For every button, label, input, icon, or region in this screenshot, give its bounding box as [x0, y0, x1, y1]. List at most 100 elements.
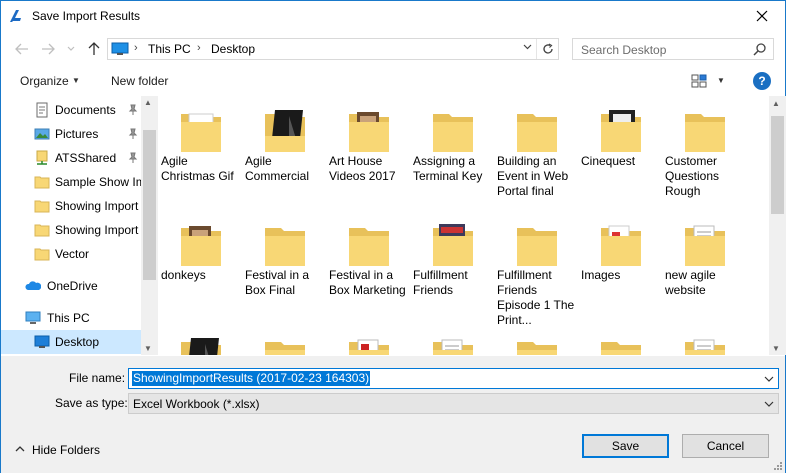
folder-thumbnail-icon	[679, 108, 731, 156]
command-bar: Organize ▼ New folder ▼ ?	[1, 67, 785, 95]
save-type-select[interactable]: Excel Workbook (*.xlsx)	[128, 393, 779, 414]
folder-icon	[34, 224, 50, 237]
nav-item-label: Showing Import	[55, 199, 139, 213]
recent-locations-button[interactable]	[65, 40, 77, 58]
folder-item-partial[interactable]	[663, 324, 747, 355]
folder-item[interactable]: Festival in a Box Marketing	[327, 210, 411, 324]
refresh-button[interactable]	[536, 39, 558, 59]
hide-folders-toggle[interactable]: Hide Folders	[13, 440, 113, 460]
folder-name: Agile Commercial	[245, 154, 310, 183]
documents-icon	[36, 102, 48, 118]
address-bar[interactable]: › This PC › Desktop	[107, 38, 559, 60]
scroll-up-icon[interactable]: ▲	[772, 99, 780, 108]
folder-item-partial[interactable]	[579, 324, 663, 355]
new-folder-button[interactable]: New folder	[111, 74, 168, 88]
up-button[interactable]	[85, 40, 103, 58]
folder-item[interactable]: Customer Questions Rough	[663, 96, 747, 210]
scrollbar-thumb[interactable]	[771, 116, 784, 214]
folder-thumbnail-icon	[511, 222, 563, 270]
save-button[interactable]: Save	[582, 434, 669, 458]
file-list-scrollbar[interactable]: ▲ ▼	[769, 96, 786, 355]
chevron-down-icon[interactable]	[764, 397, 774, 411]
folder-item[interactable]: Festival in a Box Final	[243, 210, 327, 324]
folder-thumbnail-icon	[595, 108, 647, 156]
arrow-left-icon	[15, 43, 28, 55]
onedrive-icon	[25, 281, 41, 290]
folder-item[interactable]: Assigning a Terminal Key	[411, 96, 495, 210]
folder-item[interactable]: Images	[579, 210, 663, 324]
breadcrumb-this-pc[interactable]: This PC	[148, 42, 191, 56]
search-input[interactable]: Search Desktop	[581, 43, 666, 57]
help-button[interactable]: ?	[753, 72, 771, 90]
folder-item[interactable]: new agile website	[663, 210, 747, 324]
app-logo-icon	[10, 10, 21, 22]
folder-item-partial[interactable]	[243, 324, 327, 355]
breadcrumb-desktop[interactable]: Desktop	[211, 42, 255, 56]
folder-name: Agile Christmas Gif	[161, 154, 234, 183]
navigation-pane: Documents Pictures ATSShared Sample Show…	[1, 96, 158, 355]
nav-item-documents[interactable]: Documents	[1, 98, 141, 122]
folder-thumbnail-icon	[343, 108, 395, 156]
address-history-button[interactable]	[523, 42, 532, 53]
nav-item-sample-show-import[interactable]: Sample Show Im	[1, 170, 141, 194]
pin-icon	[128, 152, 138, 163]
hide-folders-label: Hide Folders	[32, 443, 101, 457]
folder-name: Festival in a Box Marketing	[329, 268, 406, 297]
change-view-icon[interactable]	[691, 74, 707, 88]
folder-item[interactable]: e Agile Christmas Gif	[159, 96, 243, 210]
nav-item-showing-import-2[interactable]: Showing Import	[1, 218, 141, 242]
folder-item-partial[interactable]	[327, 324, 411, 355]
folder-thumbnail-icon	[427, 336, 479, 355]
save-dialog: Save Import Results › This PC › Desktop …	[0, 0, 786, 473]
folder-item[interactable]: donkeys	[159, 210, 243, 324]
folder-item[interactable]: Art House Videos 2017	[327, 96, 411, 210]
file-list: e Agile Christmas Gif Agile Commercial A…	[159, 96, 769, 355]
nav-item-onedrive[interactable]: OneDrive	[1, 274, 141, 298]
scrollbar-thumb[interactable]	[143, 130, 156, 280]
forward-button[interactable]	[39, 40, 57, 58]
nav-item-label: Sample Show Im	[55, 175, 141, 189]
folder-item[interactable]: Fulfillment Friends	[411, 210, 495, 324]
chevron-down-icon[interactable]	[764, 372, 774, 386]
folder-thumbnail-icon	[259, 336, 311, 355]
nav-item-desktop[interactable]: Desktop	[1, 330, 141, 354]
folder-item[interactable]: Agile Commercial	[243, 96, 327, 210]
folder-item[interactable]: Fulfillment Friends Episode 1 The Print.…	[495, 210, 579, 327]
folder-item[interactable]: Building an Event in Web Portal final	[495, 96, 579, 210]
folder-thumbnail-icon	[511, 108, 563, 156]
view-options-chevron-icon[interactable]: ▼	[717, 76, 725, 85]
folder-item-partial[interactable]	[159, 324, 243, 355]
nav-item-this-pc[interactable]: This PC	[1, 306, 141, 330]
folder-name: Art House Videos 2017	[329, 154, 396, 183]
folder-thumbnail-icon	[511, 336, 563, 355]
folder-item-partial[interactable]	[411, 324, 495, 355]
folder-name: Festival in a Box Final	[245, 268, 310, 297]
nav-item-label: Documents	[55, 103, 116, 117]
organize-button[interactable]: Organize	[20, 74, 69, 88]
nav-item-vector[interactable]: Vector	[1, 242, 141, 266]
this-pc-icon	[25, 311, 41, 324]
folder-item-partial[interactable]	[495, 324, 579, 355]
file-name-field[interactable]: ShowingImportResults (2017-02-23 164303)	[128, 368, 779, 389]
scroll-up-icon[interactable]: ▲	[144, 98, 152, 107]
file-name-input[interactable]: ShowingImportResults (2017-02-23 164303)	[130, 370, 372, 387]
folder-thumbnail-icon	[175, 222, 227, 270]
nav-item-showing-import-1[interactable]: Showing Import	[1, 194, 141, 218]
folder-name: donkeys	[161, 268, 206, 282]
folder-item[interactable]: Cinequest	[579, 96, 663, 210]
folder-thumbnail-icon	[175, 336, 227, 355]
nav-item-atsshared[interactable]: ATSShared	[1, 146, 141, 170]
nav-item-pictures[interactable]: Pictures	[1, 122, 141, 146]
back-button[interactable]	[13, 40, 31, 58]
nav-item-label: Pictures	[55, 127, 99, 141]
search-icon	[753, 43, 766, 56]
resize-grip-icon[interactable]	[773, 461, 783, 471]
cancel-button[interactable]: Cancel	[682, 434, 769, 458]
nav-item-label: OneDrive	[47, 279, 98, 293]
close-button[interactable]	[739, 1, 785, 31]
search-box[interactable]: Search Desktop	[572, 38, 774, 60]
nav-pane-scrollbar[interactable]: ▲ ▼	[141, 96, 157, 355]
scroll-down-icon[interactable]: ▼	[772, 344, 780, 353]
scroll-down-icon[interactable]: ▼	[144, 344, 152, 353]
pictures-icon	[34, 128, 50, 140]
